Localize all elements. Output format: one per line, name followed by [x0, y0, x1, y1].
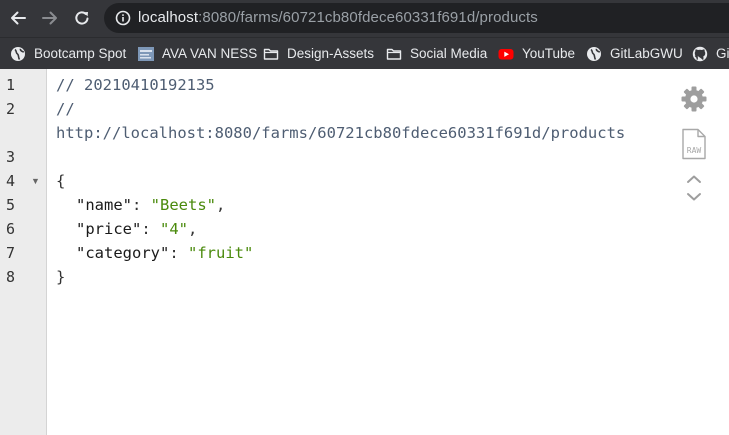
json-property-row: "name": "Beets", — [76, 193, 225, 217]
bookmark-social-media[interactable]: Social Media — [386, 45, 487, 63]
bookmark-youtube[interactable]: YouTube — [498, 45, 575, 63]
line-number: 6 — [6, 220, 16, 238]
bookmark-bootcamp-spot[interactable]: Bootcamp Spot — [10, 45, 126, 63]
line-number-gutter: 1 2 3 4 5 6 7 8 ▼ — [0, 69, 47, 435]
bookmarks-bar: Bootcamp Spot AVA VAN NESS Design-Assets… — [0, 37, 729, 69]
info-icon[interactable] — [115, 10, 131, 26]
bookmark-gitlabgwu[interactable]: GitLabGWU — [586, 45, 683, 63]
site-thumbnail-icon — [138, 46, 154, 62]
json-value: "fruit" — [188, 244, 254, 262]
raw-view-button[interactable]: RAW — [680, 127, 708, 161]
line-number: 1 — [6, 76, 16, 94]
json-key: "name" — [76, 196, 132, 214]
json-colon: : — [132, 196, 151, 214]
json-comma: , — [216, 196, 226, 214]
json-property-row: "category": "fruit" — [76, 241, 253, 265]
fold-toggle-icon[interactable]: ▼ — [31, 169, 41, 193]
line-number: 8 — [6, 268, 16, 286]
json-colon: : — [169, 244, 188, 262]
url-comment: http://localhost:8080/farms/60721cb80fde… — [56, 124, 626, 142]
back-arrow-icon[interactable] — [8, 8, 28, 28]
bookmark-label: Bootcamp Spot — [34, 46, 127, 61]
gear-icon[interactable] — [679, 84, 709, 114]
line-number: 4 — [6, 172, 16, 190]
line-number: 7 — [6, 244, 16, 262]
folder-icon — [263, 46, 279, 62]
reload-icon[interactable] — [72, 8, 92, 28]
line-number: 2 — [6, 100, 16, 118]
json-key: "category" — [76, 244, 170, 262]
line-number: 5 — [6, 196, 16, 214]
expand-all-icon[interactable] — [684, 189, 704, 205]
open-brace: { — [56, 172, 66, 190]
bookmark-design-assets[interactable]: Design-Assets — [263, 45, 374, 63]
bookmark-label: Social Media — [410, 46, 488, 61]
json-comma: , — [188, 220, 198, 238]
bookmark-label: YouTube — [522, 46, 576, 61]
bookmark-label: GitLabGWU — [610, 46, 683, 61]
globe-icon — [586, 46, 602, 62]
url-text[interactable]: localhost:8080/farms/60721cb80fdece60331… — [138, 10, 538, 26]
collapse-all-icon[interactable] — [684, 171, 704, 187]
line-number: 3 — [6, 148, 16, 166]
url-comment-prefix: // — [56, 100, 75, 118]
close-brace: } — [56, 268, 66, 286]
raw-label: RAW — [687, 146, 702, 155]
bookmark-label: Gi — [716, 46, 729, 61]
bookmark-github[interactable]: Gi — [692, 45, 729, 63]
globe-icon — [10, 46, 26, 62]
folder-icon — [386, 46, 402, 62]
json-colon: : — [141, 220, 160, 238]
json-key: "price" — [76, 220, 142, 238]
bookmark-label: Design-Assets — [287, 46, 375, 61]
json-viewer: 1 2 3 4 5 6 7 8 ▼ // 20210410192135 // h… — [0, 69, 729, 435]
bookmark-ava-van-ness[interactable]: AVA VAN NESS — [138, 45, 257, 63]
address-bar[interactable]: localhost:8080/farms/60721cb80fdece60331… — [104, 3, 729, 33]
json-value: "Beets" — [150, 196, 216, 214]
browser-toolbar: localhost:8080/farms/60721cb80fdece60331… — [0, 0, 729, 37]
youtube-icon — [498, 46, 514, 62]
github-icon — [692, 46, 708, 62]
json-value: "4" — [160, 220, 188, 238]
timestamp-comment: // 20210410192135 — [56, 76, 215, 94]
forward-arrow-icon[interactable] — [40, 8, 60, 28]
url-path: :8080/farms/60721cb80fdece60331f691d/pro… — [198, 9, 538, 26]
bookmark-label: AVA VAN NESS — [162, 46, 258, 61]
url-host: localhost — [138, 9, 199, 26]
json-property-row: "price": "4", — [76, 217, 197, 241]
